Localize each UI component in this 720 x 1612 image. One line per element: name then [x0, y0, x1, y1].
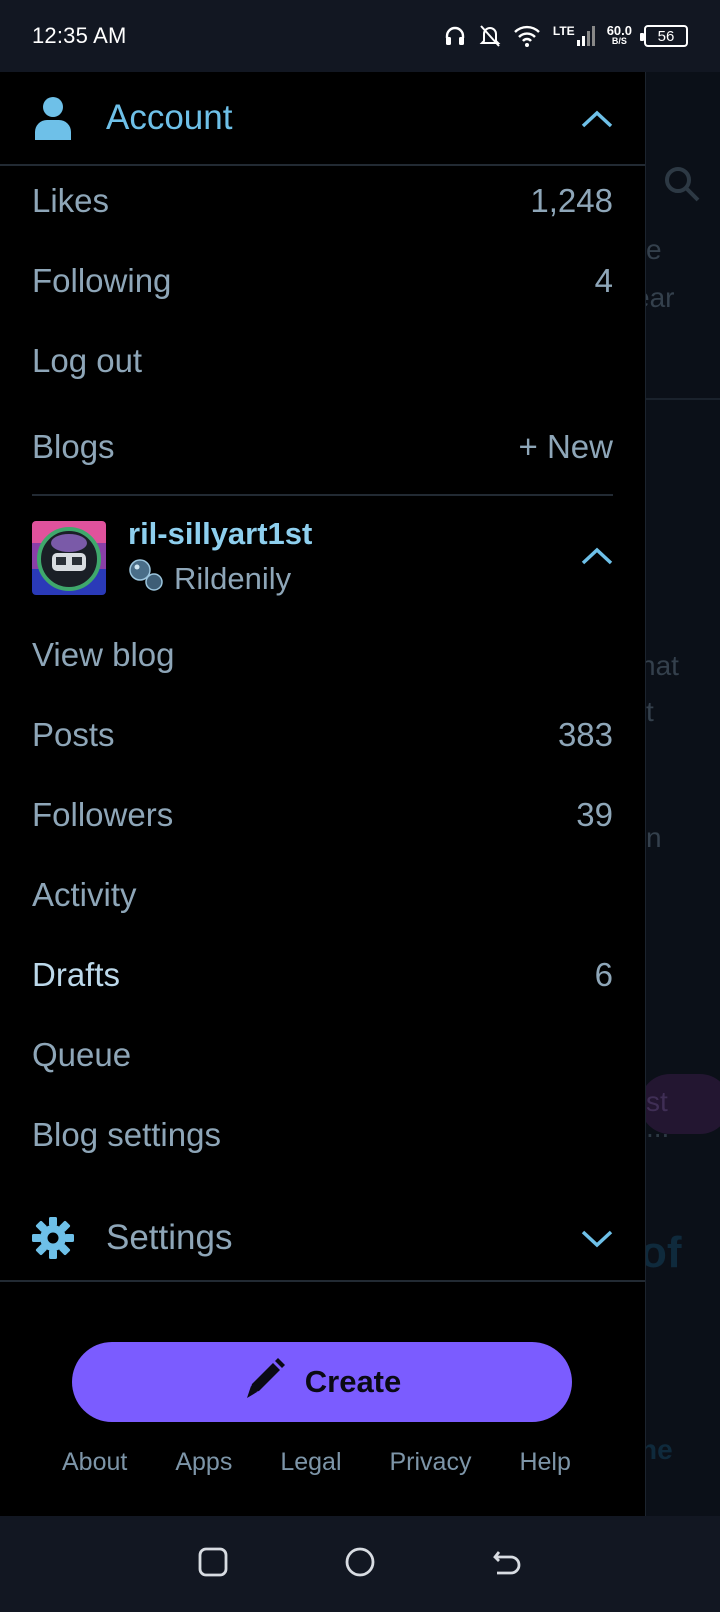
- menu-item-likes[interactable]: Likes 1,248: [32, 178, 613, 224]
- footer-link-help[interactable]: Help: [519, 1448, 570, 1477]
- blog-switcher[interactable]: ril-sillyart1st Rildenily: [32, 516, 613, 596]
- blogs-label: Blogs: [32, 428, 115, 465]
- chevron-up-icon[interactable]: [581, 98, 613, 138]
- blogs-header: Blogs + New: [32, 424, 613, 470]
- bell-muted-icon: [479, 24, 501, 48]
- divider: [0, 1280, 645, 1282]
- search-icon: [662, 164, 702, 209]
- menu-item-label: View blog: [32, 636, 175, 673]
- headphones-icon: [443, 24, 467, 48]
- footer-links: About Apps Legal Privacy Help: [62, 1448, 571, 1477]
- menu-item-label: Log out: [32, 342, 143, 379]
- create-label: Create: [304, 1364, 402, 1399]
- menu-item-label: Following: [32, 262, 172, 299]
- divider: [0, 164, 645, 166]
- lte-signal-icon: LTE: [553, 25, 595, 46]
- footer-link-about[interactable]: About: [62, 1448, 127, 1477]
- blog-title-row: Rildenily: [128, 558, 312, 600]
- menu-item-label: Drafts: [32, 956, 121, 993]
- menu-item-activity[interactable]: Activity: [32, 872, 613, 918]
- wifi-icon: [513, 25, 541, 47]
- system-nav-bar: [0, 1516, 720, 1612]
- menu-item-following[interactable]: Following 4: [32, 258, 613, 304]
- bg-fragment: t: [646, 696, 654, 727]
- blog-meta: ril-sillyart1st Rildenily: [128, 516, 312, 600]
- settings-header[interactable]: Settings: [32, 1212, 613, 1264]
- menu-item-view-blog[interactable]: View blog: [32, 632, 613, 678]
- menu-item-queue[interactable]: Queue: [32, 1032, 613, 1078]
- chevron-down-icon[interactable]: [581, 1218, 613, 1258]
- footer-link-apps[interactable]: Apps: [175, 1448, 232, 1477]
- gear-icon: [32, 1217, 74, 1259]
- blog-title: Rildenily: [174, 561, 292, 596]
- account-title: Account: [106, 98, 233, 137]
- person-icon: [32, 96, 74, 140]
- menu-item-label: Queue: [32, 1036, 132, 1073]
- divider: [32, 494, 613, 496]
- menu-item-label: Blog settings: [32, 1116, 221, 1153]
- footer-link-legal[interactable]: Legal: [280, 1448, 341, 1477]
- menu-item-label: Followers: [32, 796, 174, 833]
- blog-avatar: [32, 521, 106, 595]
- navigation-drawer: Account Likes 1,248 Following 4 Log out …: [0, 72, 646, 1516]
- bubbles-icon: [128, 558, 166, 600]
- footer-link-privacy[interactable]: Privacy: [390, 1448, 472, 1477]
- blog-name: ril-sillyart1st: [128, 516, 313, 551]
- posts-count: 383: [557, 716, 613, 753]
- followers-count: 39: [576, 796, 613, 833]
- menu-item-label: Activity: [32, 876, 137, 913]
- home-button[interactable]: [344, 1546, 376, 1583]
- pencil-icon: [243, 1356, 287, 1408]
- menu-item-drafts[interactable]: Drafts 6: [32, 952, 613, 998]
- new-blog-button[interactable]: + New: [519, 428, 613, 466]
- following-count: 4: [594, 262, 613, 299]
- back-button[interactable]: [491, 1546, 523, 1583]
- menu-item-blog-settings[interactable]: Blog settings: [32, 1112, 613, 1158]
- bg-fragment: of: [640, 1228, 682, 1277]
- menu-item-posts[interactable]: Posts 383: [32, 712, 613, 758]
- status-time: 12:35 AM: [32, 23, 127, 48]
- account-header[interactable]: Account: [32, 90, 613, 146]
- menu-item-followers[interactable]: Followers 39: [32, 792, 613, 838]
- chevron-up-icon[interactable]: [581, 546, 613, 571]
- create-button[interactable]: Create: [72, 1342, 572, 1422]
- bg-fragment: n: [646, 822, 662, 853]
- bg-fragment: e: [646, 234, 662, 265]
- menu-item-log-out[interactable]: Log out: [32, 338, 613, 384]
- status-bar: 12:35 AM LTE 60.0 B/S 56: [0, 0, 720, 72]
- menu-item-label: Posts: [32, 716, 115, 753]
- menu-item-label: Likes: [32, 182, 110, 219]
- likes-count: 1,248: [530, 182, 613, 219]
- drafts-count: 6: [594, 956, 613, 993]
- settings-title: Settings: [106, 1218, 233, 1257]
- status-icons: LTE 60.0 B/S 56: [443, 24, 688, 48]
- battery-indicator: 56: [640, 25, 688, 47]
- bg-divider: [646, 398, 720, 400]
- recents-button[interactable]: [197, 1546, 229, 1583]
- bg-more-icon: ...: [646, 1112, 670, 1143]
- net-speed: 60.0 B/S: [606, 23, 632, 46]
